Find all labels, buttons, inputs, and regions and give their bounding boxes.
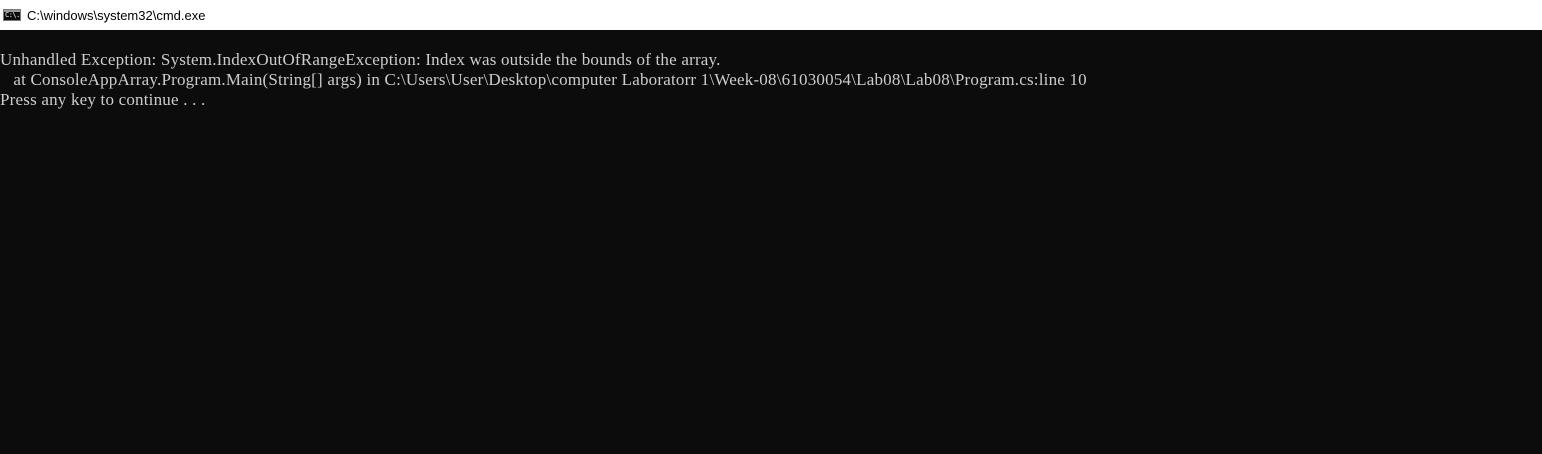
window-title: C:\windows\system32\cmd.exe [27,7,206,23]
console-line-stacktrace: at ConsoleAppArray.Program.Main(String[]… [0,70,1087,89]
console-output[interactable]: Unhandled Exception: System.IndexOutOfRa… [0,30,1542,454]
cmd-icon-glyph: C:\. [5,10,20,19]
title-bar[interactable]: C:\. C:\windows\system32\cmd.exe [0,0,1542,30]
console-line-prompt: Press any key to continue . . . [0,90,206,109]
cmd-window: C:\. C:\windows\system32\cmd.exe Unhandl… [0,0,1542,454]
console-line-exception: Unhandled Exception: System.IndexOutOfRa… [0,50,721,69]
cmd-icon[interactable]: C:\. [3,9,21,21]
